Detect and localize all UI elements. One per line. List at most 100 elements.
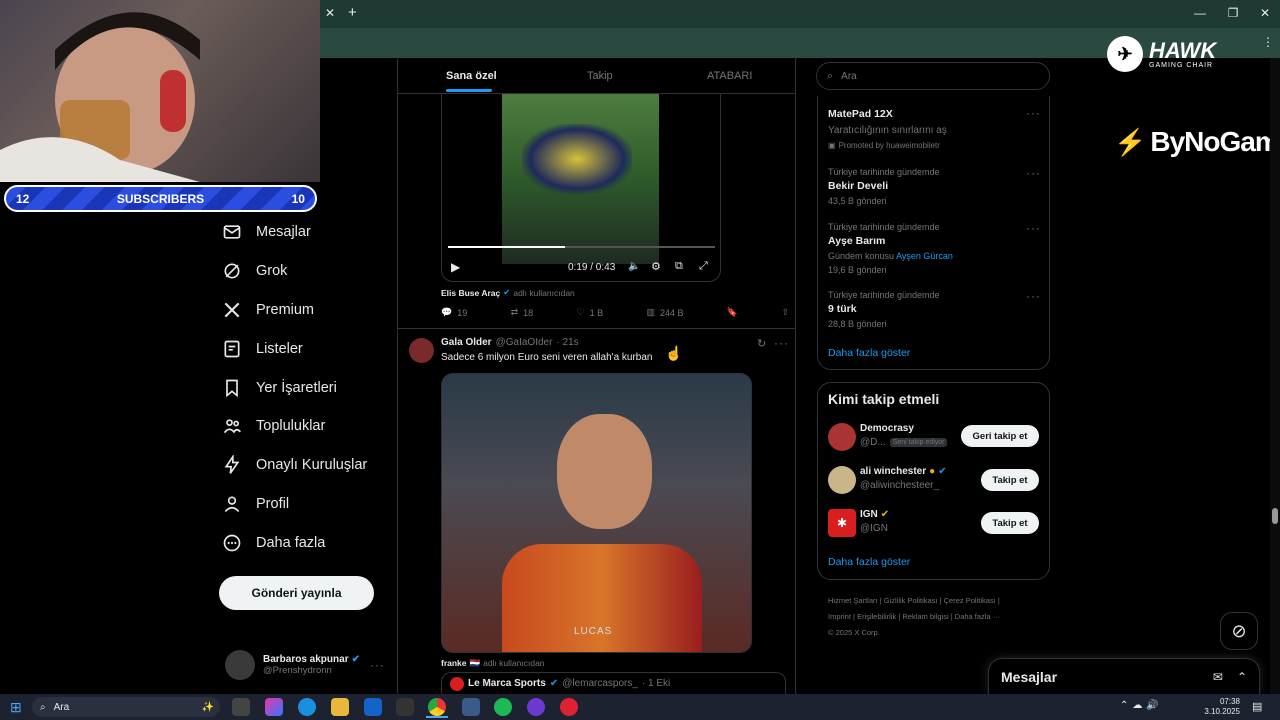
trend-item[interactable]: Türkiye tarihinde gündemde Ayşe Barım Gü… [828,222,953,275]
app-icon[interactable] [462,698,480,716]
footer-link[interactable]: Imprint [828,612,851,621]
outlook-icon[interactable] [364,698,382,716]
window-close-icon[interactable]: ✕ [1250,6,1280,20]
post-more-icon[interactable]: ··· [774,336,789,350]
quoted-post[interactable]: Le Marca Sports ✔ @lemarcaspors_ · 1 Eki [441,672,786,694]
footer-link[interactable]: Gizlilik Politikası [884,596,938,605]
follow-back-button[interactable]: Geri takip et [961,425,1039,447]
reply-button[interactable]: 💬 19 [441,307,467,318]
footer-link[interactable]: Erişilebilirlik [857,612,896,621]
trend-extra-link[interactable]: Ayşen Gürcan [896,251,953,261]
scrollbar-thumb[interactable] [1272,508,1278,524]
trend-more-icon[interactable]: ··· [1026,221,1041,235]
nav-verified-orgs[interactable]: Onaylı Kuruluşlar [222,450,367,480]
minimize-icon[interactable]: — [1185,6,1215,20]
author-name[interactable]: Gala Older [441,337,492,348]
messages-drawer[interactable]: Mesajlar ✉ ⌃ [988,658,1260,694]
file-explorer-icon[interactable] [331,698,349,716]
author-handle[interactable]: @GaIaOIder [496,337,553,348]
avatar [225,650,255,680]
windows-start-icon[interactable]: ⊞ [10,699,22,716]
restore-icon[interactable]: ❐ [1218,6,1248,20]
close-tab-icon[interactable]: ✕ [325,6,335,20]
footer-link[interactable]: Reklam bilgisi [902,612,948,621]
post2-image[interactable]: LUCAS [441,373,752,653]
nav-grok[interactable]: Grok [222,256,287,286]
app-icon[interactable] [560,698,578,716]
trend-item[interactable]: Türkiye tarihinde gündemde 9 türk 28,8 B… [828,290,940,329]
scrollbar[interactable] [1270,58,1280,694]
pip-icon[interactable]: ⧉ [675,260,683,273]
expand-icon[interactable]: ⌃ [1237,670,1247,684]
video-player[interactable]: ▶ 0:19 / 0:43 🔈 ⚙ ⧉ ⤢ [441,94,721,282]
taskbar-search-label: Ara [53,701,70,713]
footer-separator: | [879,596,882,605]
post-button[interactable]: Gönderi yayınla [219,576,374,610]
nav-more[interactable]: Daha fazla [222,528,325,558]
bookmark-button[interactable]: 🔖 [727,307,738,318]
repost-button[interactable]: ⇄ 18 [511,307,534,318]
fullscreen-icon[interactable]: ⤢ [699,260,708,273]
trend-more-icon[interactable]: ··· [1026,289,1041,303]
follow-user[interactable]: Democrasy @D... Seni takip ediyor [860,423,955,448]
tab-atabari[interactable]: ATABARI [707,70,752,82]
nav-profile[interactable]: Profil [222,489,289,519]
follow-button[interactable]: Takip et [981,469,1039,491]
bookmark-icon [226,379,238,398]
follow-show-more[interactable]: Daha fazla göster [828,556,910,568]
trends-show-more[interactable]: Daha fazla göster [828,347,910,359]
tab-for-you[interactable]: Sana özel [446,70,497,82]
app-icon[interactable] [527,698,545,716]
task-view-icon[interactable] [232,698,250,716]
notification-icon[interactable]: ▤ [1252,700,1262,713]
footer-link[interactable]: Hizmet Şartları [828,596,878,605]
edge-icon[interactable] [298,698,316,716]
avatar[interactable] [828,466,856,494]
ad-more-icon[interactable]: ··· [1026,106,1041,120]
settings-icon[interactable]: ⚙ [651,260,661,273]
follow-user[interactable]: IGN ✔ @IGN [860,509,889,534]
avatar[interactable] [409,338,434,363]
ad-item[interactable]: MatePad 12X Yaratıcılığının sınırlarını … [828,108,947,150]
grok-icon[interactable]: ↻ [757,337,766,350]
search-box[interactable]: ⌕ Ara [816,62,1050,90]
nav-lists[interactable]: Listeler [222,334,303,364]
account-switcher[interactable]: Barbaros akpunar ✔ @Prenshydronn ··· [225,649,385,681]
spotify-icon[interactable] [494,698,512,716]
trend-more-icon[interactable]: ··· [1026,166,1041,180]
follow-user[interactable]: ali winchester ● ✔ @aliwinchesteer_ [860,466,947,491]
video-progress-track[interactable] [448,246,715,248]
system-tray-icons[interactable]: ⌃☁🔊 [1120,700,1163,711]
new-message-icon[interactable]: ✉ [1213,670,1223,684]
players-crowd [522,124,632,194]
browser-menu-icon[interactable]: ⋮ [1262,35,1274,49]
copilot-icon[interactable] [265,698,283,716]
avatar[interactable] [828,423,856,451]
grok-float-button[interactable]: ⊘ [1220,612,1258,650]
xbox-icon[interactable] [396,698,414,716]
footer-link[interactable]: Daha fazla ··· [955,612,1000,621]
account-more-icon[interactable]: ··· [370,658,385,672]
follow-button[interactable]: Takip et [981,512,1039,534]
footer-link[interactable]: Çerez Politikası [944,596,996,605]
trend-item[interactable]: Türkiye tarihinde gündemde Bekir Develi … [828,167,940,206]
chrome-icon[interactable] [428,698,446,716]
nav-messages[interactable]: Mesajlar [222,217,311,247]
like-button[interactable]: ♡ 1 B [577,307,604,318]
reposter-name[interactable]: Elis Buse Araç [441,288,500,298]
nav-communities[interactable]: Topluluklar [222,411,325,441]
share-button[interactable]: ⇧ [781,307,789,318]
play-icon[interactable]: ▶ [451,260,460,274]
taskbar-search[interactable]: ⌕ Ara ✨ [32,697,220,717]
volume-icon[interactable]: 🔈 [628,261,640,272]
reposter-name[interactable]: franke [441,658,467,669]
video-time: 0:19 / 0:43 [568,262,616,273]
tab-following[interactable]: Takip [587,70,613,82]
post-time[interactable]: · 21s [556,337,578,348]
nav-premium[interactable]: Premium [222,295,314,325]
nav-bookmarks[interactable]: Yer İşaretleri [222,373,337,403]
new-tab-icon[interactable]: + [348,4,357,21]
ign-logo-icon[interactable]: ✱ [828,509,856,537]
views-button[interactable]: ▥ 244 B [646,307,683,318]
taskbar-clock[interactable]: 07:38 3.10.2025 [1200,697,1240,717]
